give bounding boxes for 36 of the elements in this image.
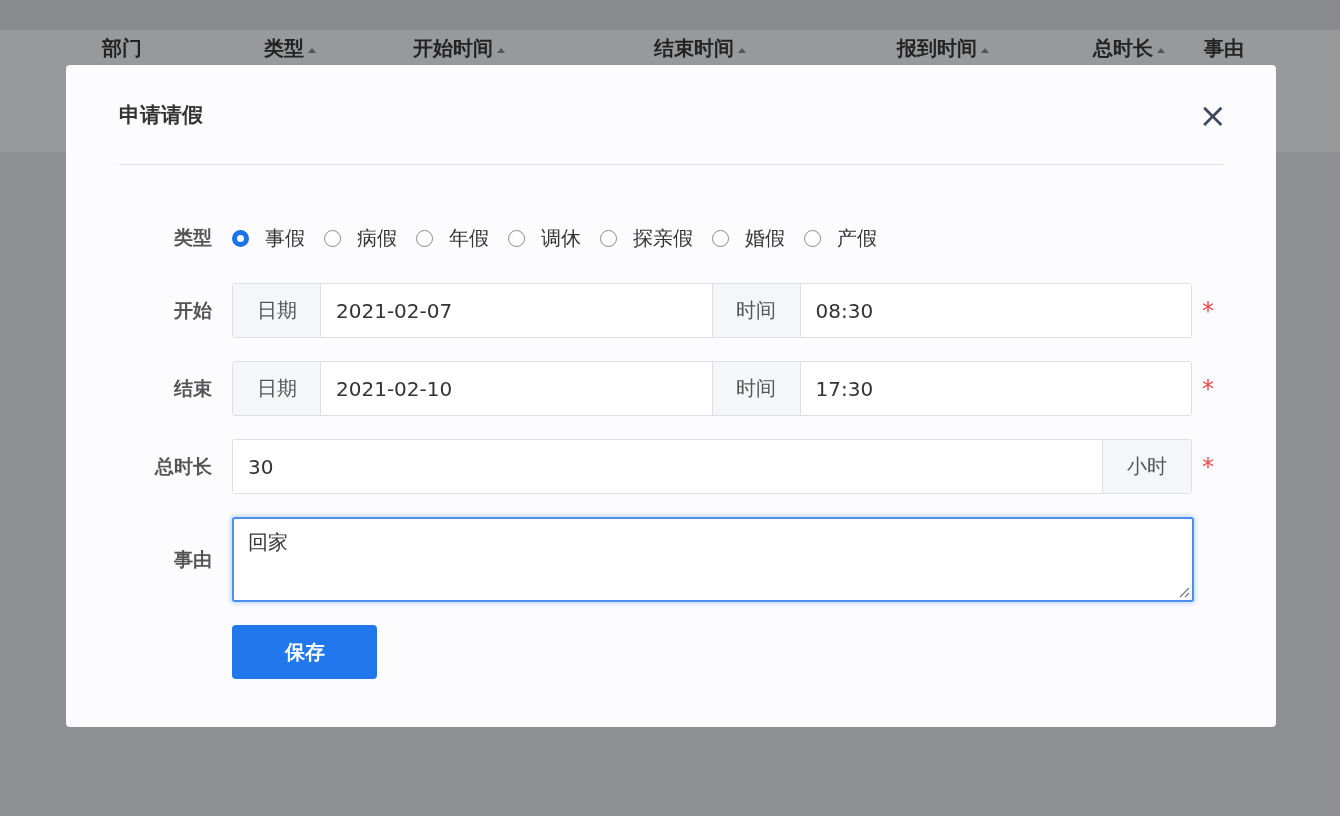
radio-button[interactable] (712, 229, 729, 247)
column-header[interactable]: 总时长 (1093, 36, 1204, 60)
radio-option[interactable]: 婚假 (712, 224, 785, 252)
required-mark: * (1202, 452, 1215, 481)
resize-handle-icon[interactable] (1178, 586, 1190, 598)
radio-button[interactable] (600, 229, 617, 247)
radio-option[interactable]: 产假 (804, 224, 877, 252)
save-button[interactable]: 保存 (232, 625, 377, 679)
radio-button[interactable] (232, 229, 249, 247)
reason-textarea[interactable]: 回家 (232, 517, 1194, 602)
field-label: 结束 (173, 375, 213, 401)
radio-button[interactable] (416, 229, 433, 247)
duration-input[interactable]: 30 (233, 440, 1103, 493)
column-header[interactable]: 结束时间 (654, 36, 897, 60)
close-button[interactable]: × (1198, 97, 1227, 132)
radio-button[interactable] (324, 229, 341, 247)
field-label: 事由 (173, 546, 213, 572)
required-mark: * (1202, 296, 1215, 325)
column-header[interactable]: 事由 (1204, 36, 1244, 60)
radio-option[interactable]: 调休 (508, 224, 581, 252)
radio-button[interactable] (804, 229, 821, 247)
input-addon: 小时 (1103, 440, 1191, 493)
required-mark: * (1202, 374, 1215, 403)
field-label: 开始 (173, 297, 213, 323)
field-label: 类型 (173, 225, 213, 250)
radio-option[interactable]: 事假 (232, 224, 305, 252)
dialog-title: 申请请假 (119, 101, 203, 129)
radio-option[interactable]: 探亲假 (600, 224, 693, 252)
radio-button[interactable] (508, 229, 525, 247)
column-header[interactable]: 部门 (102, 36, 264, 60)
radio-option[interactable]: 病假 (324, 224, 397, 252)
radio-option[interactable]: 年假 (416, 224, 489, 252)
column-header[interactable]: 开始时间 (413, 36, 654, 60)
field-label: 总时长 (153, 453, 213, 479)
column-header[interactable]: 类型 (264, 36, 413, 60)
column-header[interactable]: 报到时间 (897, 36, 1093, 60)
